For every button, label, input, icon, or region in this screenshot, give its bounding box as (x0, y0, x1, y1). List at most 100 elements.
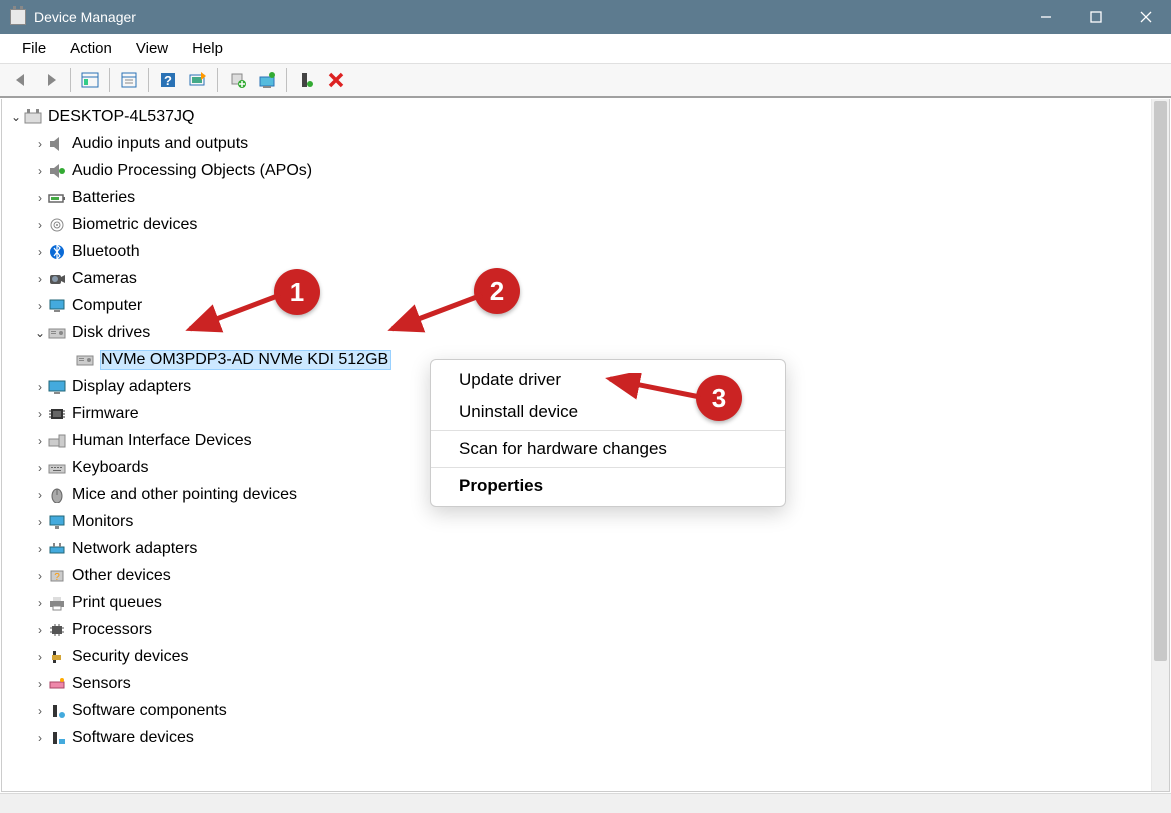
device-category-icon (48, 460, 66, 476)
device-category-icon (48, 730, 66, 746)
chevron-right-icon[interactable]: › (32, 515, 48, 529)
tree-root[interactable]: ⌄ DESKTOP-4L537JQ (8, 103, 1151, 130)
tree-category[interactable]: › Biometric devices (8, 211, 1151, 238)
menu-help[interactable]: Help (180, 36, 235, 61)
chevron-right-icon[interactable]: › (32, 245, 48, 259)
chevron-down-icon[interactable]: ⌄ (32, 326, 48, 340)
enable-button[interactable] (291, 66, 321, 94)
chevron-right-icon[interactable]: › (32, 650, 48, 664)
separator (431, 467, 785, 468)
tree-category[interactable]: ›? Other devices (8, 562, 1151, 589)
back-button[interactable] (6, 66, 36, 94)
update-driver-button[interactable] (222, 66, 252, 94)
disk-icon (76, 352, 94, 368)
tree-label: Security devices (72, 648, 189, 666)
tree-category[interactable]: ›Software devices (8, 724, 1151, 751)
device-category-icon (48, 271, 66, 287)
tree-category[interactable]: ⌄Disk drives (8, 319, 1151, 346)
maximize-button[interactable] (1071, 0, 1121, 34)
tree-label: Other devices (72, 567, 171, 585)
tree-category[interactable]: › Cameras (8, 265, 1151, 292)
tree-category[interactable]: › Audio inputs and outputs (8, 130, 1151, 157)
menu-action[interactable]: Action (58, 36, 124, 61)
device-category-icon (48, 244, 66, 260)
device-category-icon (48, 217, 66, 233)
ctx-properties[interactable]: Properties (431, 470, 785, 502)
disable-button[interactable] (321, 66, 351, 94)
scan-button[interactable] (183, 66, 213, 94)
chevron-right-icon[interactable]: › (32, 461, 48, 475)
tree-category[interactable]: › Sensors (8, 670, 1151, 697)
tree-root-label: DESKTOP-4L537JQ (48, 108, 194, 126)
device-category-icon (48, 541, 66, 557)
tree-category[interactable]: › Software components (8, 697, 1151, 724)
tree-label: Print queues (72, 594, 162, 612)
device-category-icon (48, 163, 66, 179)
chevron-right-icon[interactable]: › (32, 677, 48, 691)
forward-button[interactable] (36, 66, 66, 94)
tree-label: Mice and other pointing devices (72, 486, 297, 504)
tree-category[interactable]: › Processors (8, 616, 1151, 643)
help-button[interactable]: ? (153, 66, 183, 94)
close-button[interactable] (1121, 0, 1171, 34)
chevron-right-icon[interactable]: › (32, 272, 48, 286)
tree-label: Processors (72, 621, 152, 639)
uninstall-button[interactable] (252, 66, 282, 94)
tree-category[interactable]: › Print queues (8, 589, 1151, 616)
properties-button[interactable] (114, 66, 144, 94)
chevron-right-icon[interactable]: › (32, 380, 48, 394)
tree-label: Keyboards (72, 459, 149, 477)
tree-label: Audio inputs and outputs (72, 135, 248, 153)
chevron-right-icon[interactable]: › (32, 731, 48, 745)
chevron-right-icon[interactable]: › (32, 623, 48, 637)
chevron-right-icon[interactable]: › (32, 488, 48, 502)
tree-category[interactable]: › Computer (8, 292, 1151, 319)
chevron-right-icon[interactable]: › (32, 299, 48, 313)
titlebar: Device Manager (0, 0, 1171, 34)
tree-category[interactable]: ›Monitors (8, 508, 1151, 535)
chevron-right-icon[interactable]: › (32, 407, 48, 421)
menu-file[interactable]: File (10, 36, 58, 61)
chevron-right-icon[interactable]: › (32, 191, 48, 205)
svg-text:?: ? (164, 73, 172, 88)
device-category-icon (48, 379, 66, 395)
tree-label: Firmware (72, 405, 139, 423)
device-tree[interactable]: ⌄ DESKTOP-4L537JQ › Audio inputs and outp… (2, 99, 1151, 791)
tree-category[interactable]: › Bluetooth (8, 238, 1151, 265)
scrollbar-thumb[interactable] (1154, 101, 1167, 661)
chevron-right-icon[interactable]: › (32, 218, 48, 232)
device-category-icon (48, 703, 66, 719)
window-title: Device Manager (34, 9, 136, 25)
tree-category[interactable]: › Batteries (8, 184, 1151, 211)
device-category-icon (48, 298, 66, 314)
minimize-button[interactable] (1021, 0, 1071, 34)
chevron-right-icon[interactable]: › (32, 164, 48, 178)
chevron-right-icon[interactable]: › (32, 434, 48, 448)
tree-label: Audio Processing Objects (APOs) (72, 162, 312, 180)
chevron-right-icon[interactable]: › (32, 596, 48, 610)
tree-label: NVMe OM3PDP3-AD NVMe KDI 512GB (100, 350, 391, 370)
ctx-scan-hardware[interactable]: Scan for hardware changes (431, 433, 785, 465)
chevron-right-icon[interactable]: › (32, 704, 48, 718)
svg-text:?: ? (54, 572, 60, 583)
tree-label: Bluetooth (72, 243, 140, 261)
chevron-right-icon[interactable]: › (32, 569, 48, 583)
tree-label: Software components (72, 702, 227, 720)
menu-view[interactable]: View (124, 36, 180, 61)
tree-label: Computer (72, 297, 142, 315)
tree-label: Biometric devices (72, 216, 197, 234)
vertical-scrollbar[interactable] (1151, 99, 1169, 791)
tree-category[interactable]: › Security devices (8, 643, 1151, 670)
tree-label: Batteries (72, 189, 135, 207)
tree-category[interactable]: › Audio Processing Objects (APOs) (8, 157, 1151, 184)
tree-label: Sensors (72, 675, 131, 693)
tree-label: Cameras (72, 270, 137, 288)
show-hidden-button[interactable] (75, 66, 105, 94)
chevron-right-icon[interactable]: › (32, 137, 48, 151)
computer-icon (24, 109, 42, 125)
tree-category[interactable]: ›Network adapters (8, 535, 1151, 562)
chevron-right-icon[interactable]: › (32, 542, 48, 556)
device-category-icon (48, 676, 66, 692)
tree-label: Human Interface Devices (72, 432, 252, 450)
chevron-down-icon[interactable]: ⌄ (8, 110, 24, 124)
